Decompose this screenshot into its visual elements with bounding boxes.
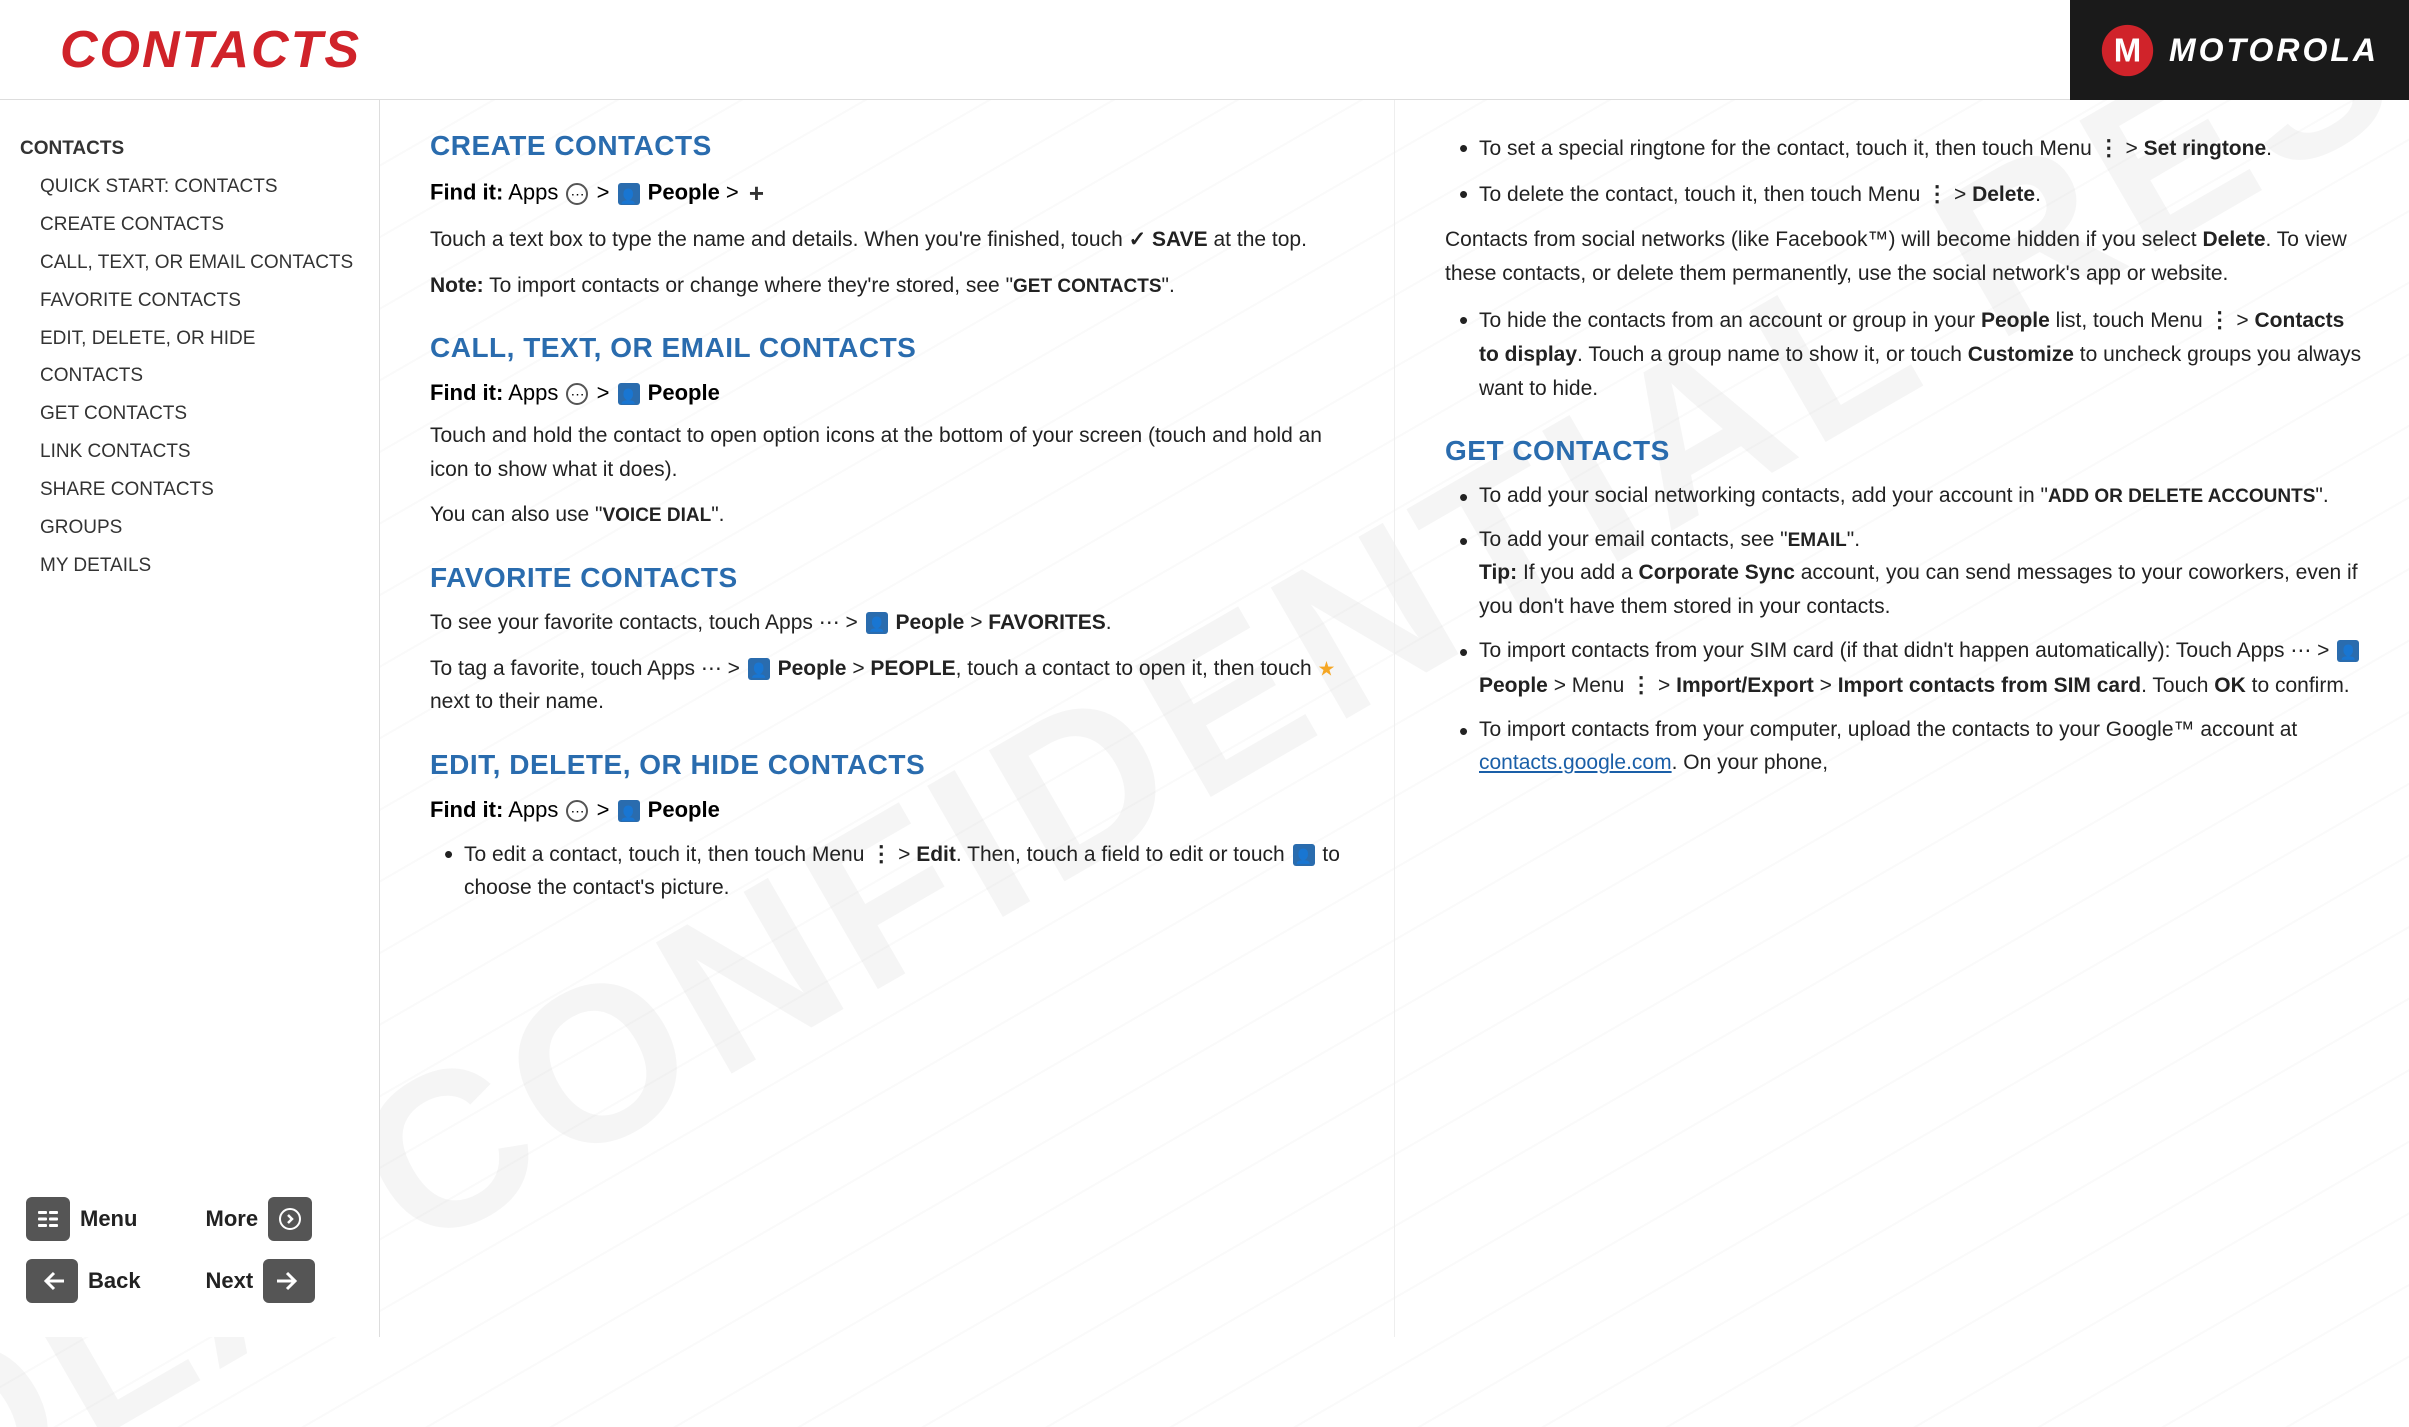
col2-bullet-hide: To hide the contacts from an account or … bbox=[1455, 302, 2369, 405]
menu-dots-5: ⋮ bbox=[1630, 672, 1652, 697]
header-logo-area: M CONTACTS bbox=[0, 12, 240, 87]
back-button[interactable]: Back bbox=[20, 1255, 180, 1307]
favorite-body1: To see your favorite contacts, touch App… bbox=[430, 606, 1354, 640]
content-col-1: CREATE CONTACTS Find it: Apps ⋯ > 👤 Peop… bbox=[380, 100, 1395, 1337]
svg-text:M: M bbox=[2114, 31, 2142, 68]
content-col-2: To set a special ringtone for the contac… bbox=[1395, 100, 2409, 1337]
create-contacts-find-it: Find it: Apps ⋯ > 👤 People > + bbox=[430, 174, 1354, 213]
next-button[interactable]: Next bbox=[200, 1255, 360, 1307]
favorite-contacts-title: FAVORITE CONTACTS bbox=[430, 562, 1354, 594]
menu-dots-2: ⋮ bbox=[2098, 135, 2120, 160]
sidebar-item-create[interactable]: CREATE CONTACTS bbox=[20, 206, 359, 244]
menu-button[interactable]: Menu bbox=[20, 1193, 180, 1245]
sidebar-nav: CONTACTS QUICK START: CONTACTS CREATE CO… bbox=[20, 130, 359, 585]
apps-icon-6: ⋯ bbox=[2290, 639, 2311, 662]
menu-button-label: Menu bbox=[80, 1206, 137, 1232]
apps-icon-3: ⋯ bbox=[819, 611, 840, 634]
sidebar-item-quick-start[interactable]: QUICK START: CONTACTS bbox=[20, 168, 359, 206]
menu-dots-3: ⋮ bbox=[1926, 181, 1948, 206]
sidebar-item-groups[interactable]: GROUPS bbox=[20, 509, 359, 547]
back-icon bbox=[26, 1259, 78, 1303]
call-text-email-title: CALL, TEXT, OR EMAIL CONTACTS bbox=[430, 332, 1354, 364]
sidebar-item-edit-delete[interactable]: EDIT, DELETE, OR HIDE CONTACTS bbox=[20, 320, 359, 394]
people-icon-1: 👤 bbox=[618, 183, 640, 205]
edit-find-it: Find it: Apps ⋯ > 👤 People bbox=[430, 793, 1354, 826]
apps-icon-2: ⋯ bbox=[566, 383, 588, 405]
header-title: CONTACTS bbox=[60, 20, 361, 80]
call-text-body2: You can also use "VOICE DIAL". bbox=[430, 498, 1354, 532]
people-icon-2: 👤 bbox=[618, 383, 640, 405]
get-bullet-social: To add your social networking contacts, … bbox=[1455, 479, 2369, 513]
people-icon-3: 👤 bbox=[866, 612, 888, 634]
apps-icon-4: ⋯ bbox=[701, 657, 722, 680]
plus-icon: + bbox=[749, 174, 764, 213]
get-contacts-title: GET CONTACTS bbox=[1445, 435, 2369, 467]
edit-delete-hide-title: EDIT, DELETE, OR HIDE CONTACTS bbox=[430, 749, 1354, 781]
content-area: CREATE CONTACTS Find it: Apps ⋯ > 👤 Peop… bbox=[380, 100, 2409, 1337]
sidebar-item-link[interactable]: LINK CONTACTS bbox=[20, 433, 359, 471]
menu-dots-1: ⋮ bbox=[870, 841, 892, 866]
back-button-label: Back bbox=[88, 1268, 141, 1294]
menu-dots-4: ⋮ bbox=[2209, 307, 2231, 332]
col2-bullet-ringtone: To set a special ringtone for the contac… bbox=[1455, 130, 2369, 166]
person-inline-icon: 👤 bbox=[1293, 844, 1315, 866]
people-icon-5: 👤 bbox=[618, 800, 640, 822]
contacts-google-link[interactable]: contacts.google.com bbox=[1479, 751, 1672, 774]
people-icon-4: 👤 bbox=[748, 658, 770, 680]
more-icon bbox=[268, 1197, 312, 1241]
get-bullet-email: To add your email contacts, see "EMAIL".… bbox=[1455, 523, 2369, 624]
motorola-brand-text: MOTOROLA bbox=[2169, 32, 2379, 69]
menu-icon bbox=[26, 1197, 70, 1241]
col2-hide-bullet: To hide the contacts from an account or … bbox=[1445, 302, 2369, 405]
sidebar-bottom: Menu More Back Next bbox=[20, 1193, 359, 1317]
get-contacts-bullets: To add your social networking contacts, … bbox=[1445, 479, 2369, 780]
col2-facebook-note: Contacts from social networks (like Face… bbox=[1445, 223, 2369, 290]
get-bullet-sim: To import contacts from your SIM card (i… bbox=[1455, 634, 2369, 703]
sidebar-item-my-details[interactable]: MY DETAILS bbox=[20, 547, 359, 585]
people-icon-6: 👤 bbox=[2337, 640, 2359, 662]
col2-bullet-delete: To delete the contact, touch it, then to… bbox=[1455, 176, 2369, 212]
create-contacts-note: Note: To import contacts or change where… bbox=[430, 269, 1354, 303]
col2-top-bullets: To set a special ringtone for the contac… bbox=[1445, 130, 2369, 211]
sidebar-item-contacts[interactable]: CONTACTS bbox=[20, 130, 359, 168]
favorite-body2: To tag a favorite, touch Apps ⋯ > 👤 Peop… bbox=[430, 652, 1354, 719]
create-contacts-body1: Touch a text box to type the name and de… bbox=[430, 223, 1354, 257]
sidebar-item-share[interactable]: SHARE CONTACTS bbox=[20, 471, 359, 509]
main-layout: CONTACTS QUICK START: CONTACTS CREATE CO… bbox=[0, 100, 2409, 1337]
apps-icon-5: ⋯ bbox=[566, 800, 588, 822]
apps-icon: ⋯ bbox=[566, 183, 588, 205]
next-button-label: Next bbox=[206, 1268, 254, 1294]
call-text-body1: Touch and hold the contact to open optio… bbox=[430, 419, 1354, 486]
more-button-label: More bbox=[206, 1206, 259, 1232]
sidebar-item-get[interactable]: GET CONTACTS bbox=[20, 395, 359, 433]
star-icon: ★ bbox=[1318, 658, 1336, 680]
sidebar-item-favorite[interactable]: FAVORITE CONTACTS bbox=[20, 282, 359, 320]
call-text-email-find-it: Find it: Apps ⋯ > 👤 People bbox=[430, 376, 1354, 409]
sidebar: CONTACTS QUICK START: CONTACTS CREATE CO… bbox=[0, 100, 380, 1337]
get-bullet-computer: To import contacts from your computer, u… bbox=[1455, 713, 2369, 780]
sidebar-item-call-text-email[interactable]: CALL, TEXT, OR EMAIL CONTACTS bbox=[20, 244, 359, 282]
edit-bullet-1: To edit a contact, touch it, then touch … bbox=[440, 836, 1354, 905]
next-icon bbox=[263, 1259, 315, 1303]
edit-bullets: To edit a contact, touch it, then touch … bbox=[430, 836, 1354, 905]
motorola-brand-logo: M bbox=[2100, 23, 2155, 78]
more-button[interactable]: More bbox=[200, 1193, 360, 1245]
header: M CONTACTS M MOTOROLA bbox=[0, 0, 2409, 100]
motorola-brand-bar: M MOTOROLA bbox=[2070, 0, 2409, 100]
create-contacts-title: CREATE CONTACTS bbox=[430, 130, 1354, 162]
